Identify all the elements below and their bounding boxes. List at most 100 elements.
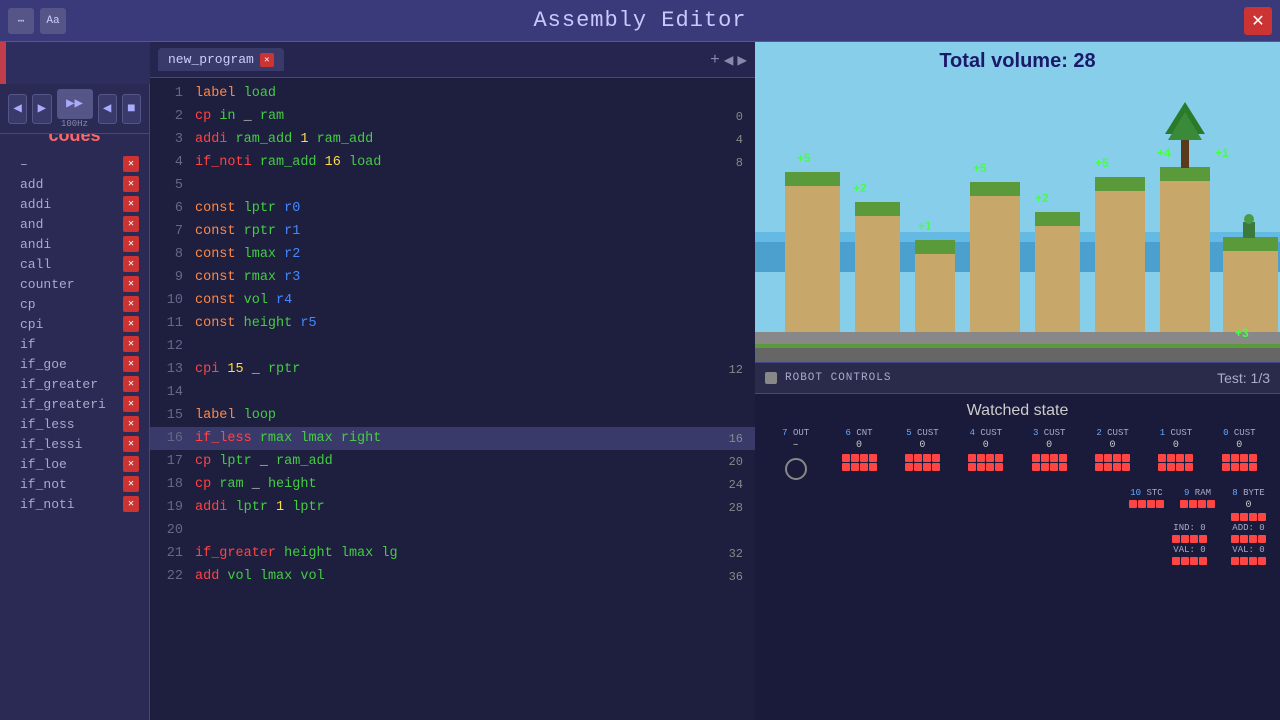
sidebar-item-if_noti[interactable]: if_noti ✕ [0,494,149,514]
code-line-3[interactable]: 3addi ram_add 1 ram_add4 [150,128,755,151]
sidebar-item-remove[interactable]: ✕ [123,176,139,192]
sidebar-item-if_greateri[interactable]: if_greateri✕ [0,394,149,414]
bit [905,463,913,471]
menu-icon[interactable]: ⋯ [8,8,34,34]
prev-tab-button[interactable]: ◀ [724,50,734,70]
sidebar-item-label: if_greater [20,377,98,392]
code-line-16[interactable]: 16if_less rmax lmax right16 [150,427,755,450]
code-line-22[interactable]: 22add vol lmax vol36 [150,565,755,588]
stop-button[interactable]: ■ [122,94,141,124]
code-line-5[interactable]: 5 [150,174,755,197]
bit [968,454,976,462]
sidebar-item-if_loe[interactable]: if_loe✕ [0,454,149,474]
code-line-7[interactable]: 7const rptr r1 [150,220,755,243]
code-line-18[interactable]: 18cp ram _ height24 [150,473,755,496]
sidebar-item-cp[interactable]: cp ✕ [0,294,149,314]
code-line-10[interactable]: 10const vol r4 [150,289,755,312]
next-tab-button[interactable]: ▶ [737,50,747,70]
close-button[interactable]: ✕ [1244,7,1272,35]
code-line-2[interactable]: 2cp in _ ram0 [150,105,755,128]
svg-text:+2: +2 [853,181,867,195]
watched-state: Watched state 7 OUT–6 CNT05 CUST04 CUST0… [755,394,1280,720]
code-line-4[interactable]: 4if_noti ram_add 16 load8 [150,151,755,174]
code-line-1[interactable]: 1label load [150,82,755,105]
line-content: cp ram _ height [195,477,727,492]
sidebar-item-–[interactable]: –✕ [0,154,149,174]
sidebar-item-if_lessi[interactable]: if_lessi ✕ [0,434,149,454]
sidebar-item-remove[interactable]: ✕ [123,276,139,292]
code-line-20[interactable]: 20 [150,519,755,542]
sidebar-item-label: if_noti [20,497,75,512]
sidebar-item-remove[interactable]: ✕ [123,376,139,392]
line-content: addi lptr 1 lptr [195,500,727,515]
sidebar-item-remove[interactable]: ✕ [123,216,139,232]
sidebar-item-remove[interactable]: ✕ [123,256,139,272]
sidebar-item-label: if_lessi [20,437,82,452]
sidebar-item-if_less[interactable]: if_less✕ [0,414,149,434]
sidebar-item-remove[interactable]: ✕ [123,416,139,432]
sidebar-item-andi[interactable]: andi✕ [0,234,149,254]
sidebar-item-remove[interactable]: ✕ [123,336,139,352]
play-button[interactable]: ▶ [32,94,51,124]
code-line-9[interactable]: 9const rmax r3 [150,266,755,289]
code-line-6[interactable]: 6const lptr r0 [150,197,755,220]
sidebar-item-counter[interactable]: counter✕ [0,274,149,294]
sidebar-item-label: cp [20,297,36,312]
bit [1249,557,1257,565]
sidebar-item-remove[interactable]: ✕ [123,236,139,252]
add-tab-button[interactable]: + [710,51,720,69]
code-editor[interactable]: 1label load2cp in _ ram03addi ram_add 1 … [150,78,755,720]
sidebar-item-remove[interactable]: ✕ [123,456,139,472]
code-line-11[interactable]: 11const height r5 [150,312,755,335]
code-line-14[interactable]: 14 [150,381,755,404]
code-line-8[interactable]: 8const lmax r2 [150,243,755,266]
step-back-button[interactable]: ◀ [8,94,27,124]
sidebar-item-if_goe[interactable]: if_goe✕ [0,354,149,374]
sidebar-item-remove[interactable]: ✕ [123,496,139,512]
sidebar-item-remove[interactable]: ✕ [123,356,139,372]
sidebar-item-if_greater[interactable]: if_greater ✕ [0,374,149,394]
tab-new-program[interactable]: new_program ✕ [158,48,284,71]
bit [1222,463,1230,471]
svg-text:+3: +3 [1235,326,1249,340]
sidebar-item-remove[interactable]: ✕ [123,156,139,172]
stop-back-button[interactable]: ◀ [98,94,117,124]
sidebar-item-call[interactable]: call✕ [0,254,149,274]
bit [1138,500,1146,508]
bit [1167,463,1175,471]
sidebar-item-cpi[interactable]: cpi✕ [0,314,149,334]
bit [1199,557,1207,565]
out-circle [785,458,807,480]
sidebar-item-if_not[interactable]: if_not✕ [0,474,149,494]
code-line-13[interactable]: 13cpi 15 _ rptr12 [150,358,755,381]
code-line-19[interactable]: 19addi lptr 1 lptr28 [150,496,755,519]
state-col-label: 5 CUST [906,428,938,438]
sidebar-item-remove[interactable]: ✕ [123,476,139,492]
sidebar-item-addi[interactable]: addi✕ [0,194,149,214]
state-col-value: 0 [1173,440,1179,451]
sidebar-item-and[interactable]: and✕ [0,214,149,234]
line-value: 8 [727,156,747,170]
state-col-label: 0 CUST [1223,428,1255,438]
sidebar-item-remove[interactable]: ✕ [123,316,139,332]
sidebar-item-if[interactable]: if✕ [0,334,149,354]
state-col-label: 1 CUST [1160,428,1192,438]
sidebar-item-remove[interactable]: ✕ [123,296,139,312]
main-layout: Assembly codes –✕add✕addi✕and✕andi✕call✕… [0,42,1280,720]
toolbar: ◀ ▶ ▶▶ 100Hz ◀ ■ [0,84,150,134]
code-line-15[interactable]: 15label loop [150,404,755,427]
bit [1199,535,1207,543]
code-line-17[interactable]: 17cp lptr _ ram_add20 [150,450,755,473]
sidebar-item-remove[interactable]: ✕ [123,396,139,412]
sidebar-item-remove[interactable]: ✕ [123,436,139,452]
code-line-12[interactable]: 12 [150,335,755,358]
sidebar-item-add[interactable]: add✕ [0,174,149,194]
bit [1198,500,1206,508]
fast-forward-button[interactable]: ▶▶ [57,89,93,119]
sidebar-item-remove[interactable]: ✕ [123,196,139,212]
state-columns: 7 OUT–6 CNT05 CUST04 CUST03 CUST02 CUST0… [765,428,1270,480]
font-icon[interactable]: Aa [40,8,66,34]
line-number: 14 [158,385,183,400]
code-line-21[interactable]: 21if_greater height lmax lg32 [150,542,755,565]
tab-close-button[interactable]: ✕ [260,53,274,67]
